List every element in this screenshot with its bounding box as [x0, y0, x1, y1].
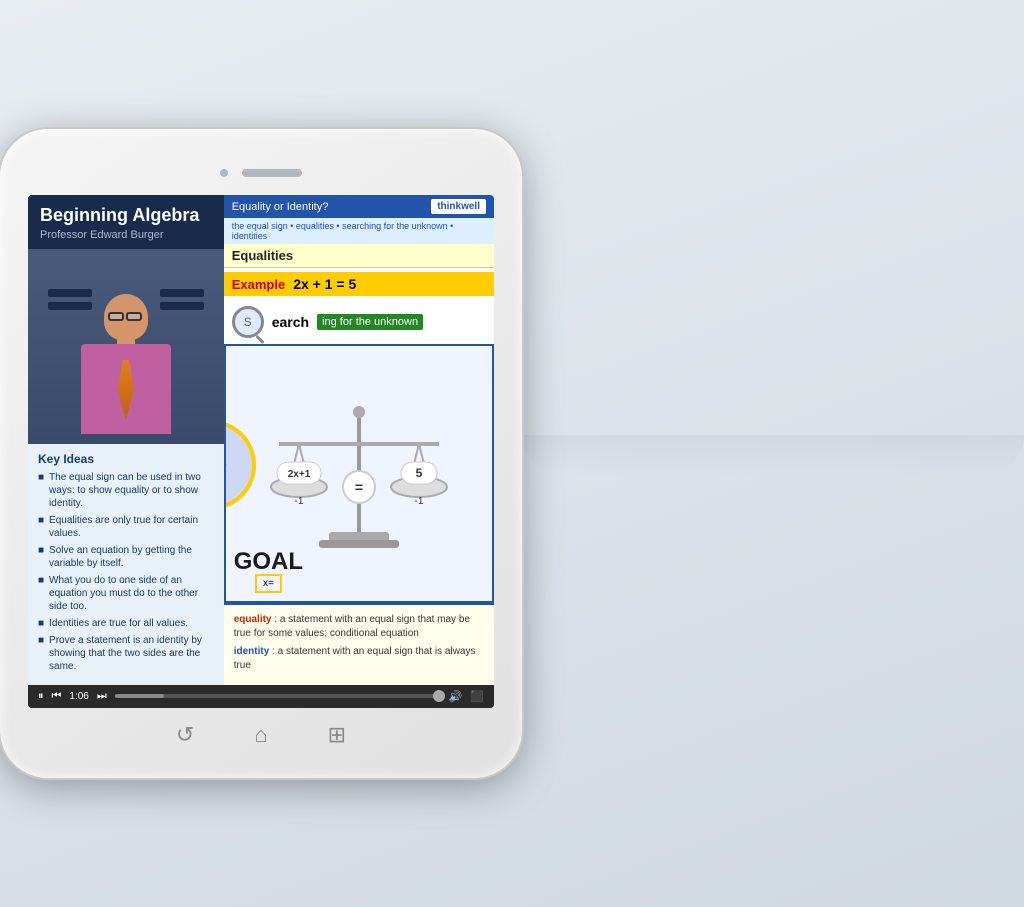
bullet-icon: ■ [38, 618, 44, 629]
key-idea-text: Identities are true for all values. [49, 617, 188, 630]
key-ideas-title: Key Ideas [38, 452, 214, 466]
professor-figure [61, 274, 191, 444]
prof-body [71, 294, 181, 444]
svg-text:2x+1: 2x+1 [288, 469, 311, 480]
list-item: ■ Prove a statement is an identity by sh… [38, 634, 214, 673]
goal-label: GOAL [234, 550, 303, 574]
scales-area: 2x+1 -1 = 5 -1 GOAL [224, 344, 494, 603]
tablet: Beginning Algebra Professor Edward Burge… [0, 129, 522, 778]
course-title: Beginning Algebra [40, 205, 212, 227]
grid-button[interactable]: ⊞ [328, 722, 346, 748]
prof-glass-right [126, 312, 142, 321]
pause-button[interactable]: ⏸ [38, 690, 44, 703]
list-item: ■ Equalities are only true for certain v… [38, 514, 214, 540]
example-label: Example [232, 277, 285, 292]
list-item: ■ What you do to one side of an equation… [38, 574, 214, 613]
left-panel: Beginning Algebra Professor Edward Burge… [28, 195, 224, 685]
equality-term: equality [234, 614, 272, 625]
search-letter: S [244, 315, 252, 329]
prof-shirt [81, 344, 171, 434]
thinkwell-logo: thinkwell [431, 199, 486, 214]
left-header: Beginning Algebra Professor Edward Burge… [28, 195, 224, 249]
example-bar: Example 2x + 1 = 5 [224, 272, 494, 296]
key-ideas-section: Key Ideas ■ The equal sign can be used i… [28, 444, 224, 685]
equality-definition: equality : a statement with an equal sig… [234, 613, 484, 641]
progress-dot [433, 690, 445, 702]
refresh-button[interactable]: ↺ [176, 722, 194, 748]
svg-text:5: 5 [416, 466, 423, 480]
goal-equation: x= [255, 574, 282, 593]
home-button[interactable]: ⌂ [254, 722, 267, 748]
key-idea-text: The equal sign can be used in two ways: … [49, 471, 214, 510]
definitions-area: equality : a statement with an equal sig… [224, 603, 494, 685]
search-bar-area: S earch ing for the unknown [224, 300, 494, 344]
identity-text: : a statement with an equal sign that is… [234, 646, 476, 671]
camera-icon [220, 169, 228, 177]
svg-text:-1: -1 [414, 496, 423, 507]
screen: Beginning Algebra Professor Edward Burge… [28, 195, 494, 708]
list-item: ■ Identities are true for all values. [38, 617, 214, 630]
bullet-icon: ■ [38, 472, 44, 483]
example-equation: 2x + 1 = 5 [293, 276, 356, 292]
key-idea-text: Solve an equation by getting the variabl… [49, 544, 214, 570]
magnify-handle [255, 335, 264, 344]
professor-name: Professor Edward Burger [40, 229, 212, 241]
right-panel: Equality or Identity? thinkwell the equa… [224, 195, 494, 685]
identity-term: identity [234, 646, 270, 657]
step-forward-button[interactable]: ⏭ [97, 690, 107, 703]
current-time: 1:06 [69, 691, 88, 702]
equalities-title: Equalities [232, 248, 486, 263]
tablet-reflection [522, 435, 1024, 475]
progress-fill [115, 694, 164, 698]
right-top-bar: Equality or Identity? thinkwell [224, 195, 494, 218]
tablet-top-bar [28, 159, 494, 187]
identity-definition: identity : a statement with an equal sig… [234, 645, 484, 673]
prof-head [104, 294, 148, 340]
list-item: ■ Solve an equation by getting the varia… [38, 544, 214, 570]
breadcrumb: the equal sign • equalities • searching … [224, 218, 494, 244]
speaker-icon [242, 169, 302, 177]
bottom-nav: ↺ ⌂ ⊞ [28, 708, 494, 758]
svg-text:=: = [355, 479, 363, 495]
video-controls: ⏸ ⏮ 1:06 ⏭ 🔊 ⬛ [28, 685, 494, 708]
search-highlight: ing for the unknown [317, 314, 423, 330]
bullet-icon: ■ [38, 545, 44, 556]
play-triangle-icon [224, 449, 227, 481]
search-text: earch [272, 314, 309, 330]
step-back-button[interactable]: ⏮ [52, 690, 62, 703]
key-idea-text: Prove a statement is an identity by show… [49, 634, 214, 673]
video-content: Beginning Algebra Professor Edward Burge… [28, 195, 494, 685]
right-top-title: Equality or Identity? [232, 201, 329, 213]
prof-glass-left [108, 312, 124, 321]
balance-scales-svg: 2x+1 -1 = 5 -1 [229, 384, 489, 564]
progress-bar[interactable] [115, 694, 441, 698]
equalities-section: Equalities [224, 244, 494, 268]
bullet-icon: ■ [38, 635, 44, 646]
bullet-icon: ■ [38, 575, 44, 586]
list-item: ■ The equal sign can be used in two ways… [38, 471, 214, 510]
key-idea-text: Equalities are only true for certain val… [49, 514, 214, 540]
prof-glasses [108, 312, 144, 320]
professor-area [28, 249, 224, 444]
fullscreen-button[interactable]: ⬛ [470, 690, 484, 703]
svg-text:-1: -1 [294, 496, 303, 507]
bullet-icon: ■ [38, 515, 44, 526]
volume-icon[interactable]: 🔊 [449, 690, 463, 703]
goal-area: GOAL x= [234, 550, 303, 593]
key-idea-text: What you do to one side of an equation y… [49, 574, 214, 613]
prof-tie [118, 360, 134, 420]
magnify-icon: S [232, 306, 264, 338]
